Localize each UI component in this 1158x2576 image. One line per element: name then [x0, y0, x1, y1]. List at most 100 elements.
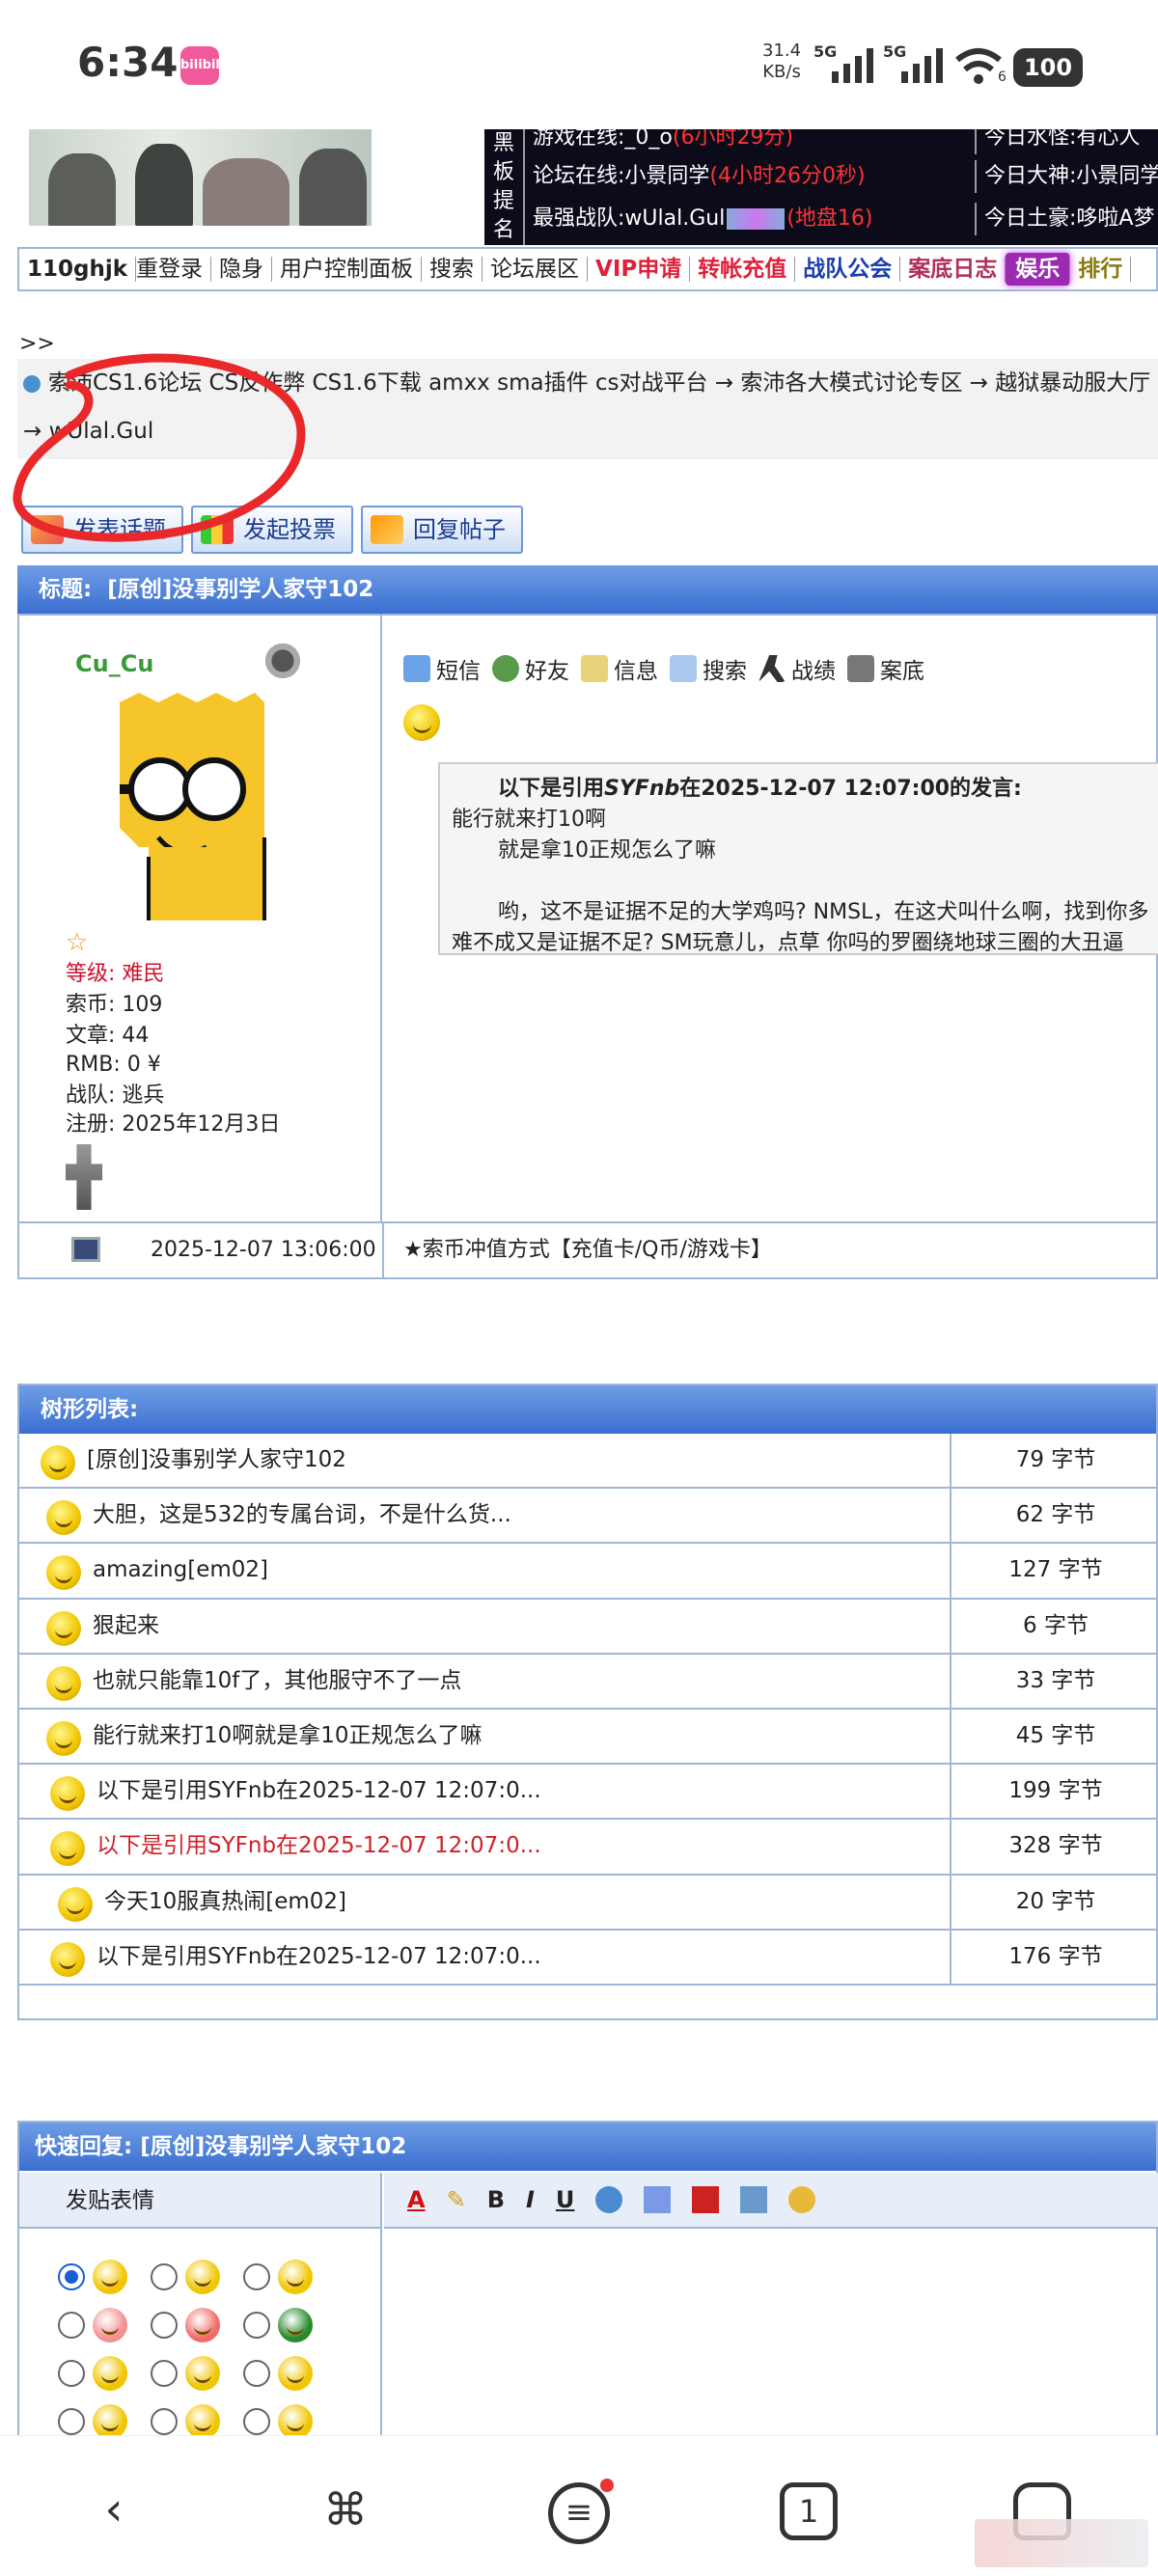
message-icon: [403, 655, 430, 682]
smile-icon: [46, 1555, 81, 1591]
tree-list-header: 树形列表:: [19, 1385, 1156, 1434]
menu-guild[interactable]: 战队公会: [795, 257, 901, 282]
emoticon-radio[interactable]: [58, 2408, 85, 2435]
tree-row[interactable]: amazing[em02] 127 字节: [19, 1544, 1156, 1600]
web-page: 黑板提名 游戏在线:_0_o(6小时29分) 今日水怪:有心人 论坛在线:小景同…: [0, 129, 1158, 2435]
emoticon-radio[interactable]: [151, 2263, 178, 2290]
smile-icon: [46, 1500, 81, 1536]
tree-row[interactable]: 能行就来打10啊就是拿10正规怎么了嘛 45 字节: [19, 1709, 1158, 1766]
menu-relogin[interactable]: 重登录: [128, 257, 212, 282]
tree-row-title[interactable]: 以下是引用SYFnb在2025-12-07 12:07:0...: [96, 1931, 541, 1984]
tree-row[interactable]: 以下是引用SYFnb在2025-12-07 12:07:0... 328 字节: [19, 1820, 1156, 1876]
italic-button[interactable]: I: [526, 2186, 535, 2213]
emoticon-radio[interactable]: [243, 2360, 270, 2387]
menu-control-panel[interactable]: 用户控制面板: [272, 257, 423, 282]
tree-row-size: 62 字节: [950, 1489, 1158, 1545]
tree-row-size: 6 字节: [950, 1599, 1158, 1655]
recharge-link[interactable]: ★索币冲值方式【充值卡/Q币/游戏卡】: [403, 1223, 772, 1277]
stats-board: 黑板提名 游戏在线:_0_o(6小时29分) 今日水怪:有心人 论坛在线:小景同…: [484, 129, 1158, 245]
quote-box: 以下是引用SYFnb在2025-12-07 12:07:00的发言: 能行就来打…: [438, 762, 1158, 955]
status-bar: 6:34 bilibili 31.4 KB/s 5G 5G 6 100: [0, 0, 1158, 129]
insert-icon[interactable]: [644, 2186, 672, 2213]
menu-icon[interactable]: ≡: [548, 2482, 610, 2544]
smile-icon: [46, 1665, 81, 1701]
tree-row[interactable]: 以下是引用SYFnb在2025-12-07 12:07:0... 199 字节: [19, 1765, 1156, 1821]
emoticon-radio[interactable]: [58, 2360, 85, 2387]
image-icon[interactable]: [740, 2186, 768, 2213]
menu-username[interactable]: 110ghjk: [19, 257, 137, 282]
emoticon-radio[interactable]: [243, 2263, 270, 2290]
tree-row[interactable]: [原创]没事别学人家守102 79 字节: [19, 1434, 1156, 1490]
tree-row-title[interactable]: 也就只能靠10f了，其他服守不了一点: [93, 1655, 461, 1708]
menu-entertainment[interactable]: 娱乐: [1006, 253, 1071, 286]
tree-row-title[interactable]: amazing[em02]: [93, 1544, 268, 1597]
apps-icon[interactable]: ⌘: [317, 2482, 374, 2540]
emoticon-radio[interactable]: [58, 2263, 85, 2290]
font-color-button[interactable]: A: [407, 2186, 426, 2213]
tree-row-title[interactable]: 以下是引用SYFnb在2025-12-07 12:07:0...: [96, 1765, 541, 1818]
emoticon-radio[interactable]: [243, 2408, 270, 2435]
friends-icon: [492, 655, 519, 682]
smile-icon: [50, 1941, 85, 1977]
author-panel: Cu_Cu ☆ 等级: 难民 索币: 109 文章: 44 RMB: 0 ¥ 战…: [19, 616, 382, 1223]
signal-bars-1-icon: [832, 48, 873, 83]
post-tools: 短信 好友 信息 搜索 战绩 案底: [403, 652, 924, 685]
post-time: 2025-12-07 13:06:00: [151, 1238, 376, 1262]
bold-button[interactable]: B: [487, 2186, 505, 2213]
tree-row[interactable]: 以下是引用SYFnb在2025-12-07 12:07:0... 176 字节: [19, 1930, 1158, 1986]
quick-reply: 快速回复: [原创]没事别学人家守102 发贴表情 A ✎ B I U: [17, 2121, 1158, 2435]
emoticon-icon: [185, 2356, 220, 2391]
emoticon-radio[interactable]: [243, 2312, 270, 2339]
emoticon-radio[interactable]: [58, 2312, 85, 2339]
menu-search[interactable]: 搜索: [422, 257, 483, 282]
tree-row-title[interactable]: 狠起来: [93, 1600, 159, 1653]
emoticon-radio[interactable]: [151, 2312, 178, 2339]
tree-row-title[interactable]: 今天10服真热闹[em02]: [104, 1876, 346, 1929]
pencil-icon: [31, 515, 64, 544]
emoticon-radio[interactable]: [151, 2360, 178, 2387]
tree-row-title[interactable]: 以下是引用SYFnb在2025-12-07 12:07:0...: [96, 1820, 541, 1873]
message-button[interactable]: 短信: [403, 652, 481, 685]
tabs-icon[interactable]: 1: [780, 2482, 838, 2540]
tree-row-title[interactable]: 能行就来打10啊就是拿10正规怎么了嘛: [93, 1710, 482, 1763]
new-topic-button[interactable]: 发表话题: [21, 506, 183, 554]
menu-forum[interactable]: 论坛展区: [482, 257, 589, 282]
top-menu: 110ghjk 重登录 隐身 用户控制面板 搜索 论坛展区 VIP申请 转帐充值…: [17, 247, 1158, 291]
emoticon-radio[interactable]: [151, 2408, 178, 2435]
tree-row-size: 176 字节: [950, 1930, 1158, 1986]
info-button[interactable]: 信息: [581, 652, 658, 685]
reply-button[interactable]: 回复帖子: [361, 506, 523, 554]
tree-row-size: 45 字节: [950, 1709, 1158, 1765]
menu-rank[interactable]: 排行: [1070, 257, 1132, 282]
tree-row-title[interactable]: 大胆，这是532的专属台词，不是什么货...: [93, 1489, 511, 1542]
tree-row[interactable]: 今天10服真热闹[em02] 20 字节: [19, 1875, 1156, 1931]
search-button[interactable]: 搜索: [670, 652, 747, 685]
guild-emblem-icon: [727, 208, 786, 230]
menu-recharge[interactable]: 转帐充值: [690, 257, 796, 282]
tree-row[interactable]: 狠起来 6 字节: [19, 1599, 1158, 1655]
emoticon-icon: [278, 2356, 313, 2391]
menu-vip[interactable]: VIP申请: [588, 257, 691, 282]
friend-button[interactable]: 好友: [492, 652, 569, 685]
case-button[interactable]: 案底: [847, 652, 924, 685]
record-button[interactable]: 战绩: [758, 652, 836, 685]
back-icon[interactable]: ‹: [85, 2482, 143, 2540]
tree-row[interactable]: 大胆，这是532的专属台词，不是什么货... 62 字节: [19, 1489, 1158, 1545]
menu-hide[interactable]: 隐身: [211, 257, 273, 282]
search-image-icon[interactable]: [788, 2186, 816, 2213]
flash-icon[interactable]: [692, 2186, 720, 2213]
link-icon[interactable]: [595, 2186, 623, 2213]
tree-row-title[interactable]: [原创]没事别学人家守102: [87, 1434, 346, 1487]
emoticon-icon: [93, 2260, 127, 2294]
watermark-logo: [975, 2519, 1148, 2567]
author-name[interactable]: Cu_Cu: [75, 650, 153, 677]
notification-dot: [600, 2479, 614, 2492]
reply-icon: [371, 515, 403, 544]
underline-button[interactable]: U: [556, 2186, 575, 2213]
menu-log[interactable]: 案底日志: [900, 257, 1006, 282]
breadcrumb-dot-icon: [23, 374, 41, 393]
new-poll-button[interactable]: 发起投票: [191, 506, 353, 554]
emoticon-icon: [93, 2356, 127, 2391]
highlight-button[interactable]: ✎: [447, 2186, 466, 2213]
tree-row[interactable]: 也就只能靠10f了，其他服守不了一点 33 字节: [19, 1654, 1156, 1710]
